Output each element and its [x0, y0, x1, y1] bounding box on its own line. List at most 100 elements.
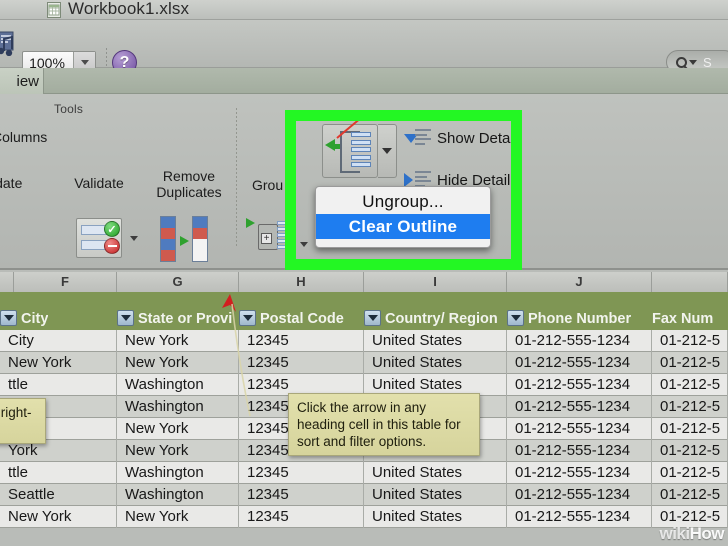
table-cell[interactable]: 01-212-555-1234 — [507, 330, 652, 352]
duplicate-stack-right-icon — [192, 216, 208, 262]
menu-item-ungroup[interactable]: Ungroup... — [316, 189, 490, 214]
watermark-wiki: wiki — [659, 524, 690, 543]
filter-dropdown-icon[interactable] — [239, 310, 256, 326]
table-header-city[interactable]: City — [0, 292, 117, 330]
remove-duplicates-label[interactable]: Remove Duplicates — [150, 168, 228, 200]
plus-icon: + — [261, 233, 272, 244]
ribbon-group-divider — [236, 108, 237, 248]
table-cell[interactable]: 12345 — [239, 352, 364, 374]
table-cell[interactable]: 12345 — [239, 462, 364, 484]
column-header-cell[interactable]: F — [14, 272, 117, 292]
table-header-postal[interactable]: Postal Code — [239, 292, 364, 330]
table-header-row: City State or Provi Postal Code Country/… — [0, 292, 728, 330]
table-cell[interactable]: Washington — [117, 374, 239, 396]
table-cell[interactable]: New York — [0, 506, 117, 528]
table-cell[interactable]: 01-212-5 — [652, 374, 728, 396]
column-header-cell[interactable]: H — [239, 272, 364, 292]
duplicate-stack-left-icon — [160, 216, 176, 262]
column-header-cell[interactable] — [0, 272, 14, 292]
column-header-cell[interactable] — [652, 272, 728, 292]
table-cell[interactable]: City — [0, 330, 117, 352]
spreadsheet-document-icon — [47, 2, 61, 18]
table-cell[interactable]: 01-212-555-1234 — [507, 418, 652, 440]
ungroup-dropdown-arrow[interactable] — [378, 124, 397, 178]
table-cell[interactable]: 12345 — [239, 330, 364, 352]
table-row[interactable]: New York New York 12345 United States 01-212… — [0, 352, 728, 374]
table-header-state[interactable]: State or Provi — [117, 292, 239, 330]
table-cell[interactable]: 01-212-5 — [652, 418, 728, 440]
table-cell[interactable]: 01-212-555-1234 — [507, 506, 652, 528]
ungroup-dropdown-menu[interactable]: Ungroup... Clear Outline — [315, 186, 491, 248]
show-detail-button[interactable]: Show Deta — [404, 129, 510, 147]
ungroup-button[interactable] — [322, 117, 378, 178]
filter-dropdown-icon[interactable] — [507, 310, 524, 326]
column-header-cell[interactable]: I — [364, 272, 507, 292]
table-cell[interactable]: Seattle — [0, 484, 117, 506]
group-label[interactable]: Grou — [252, 178, 283, 193]
table-cell[interactable]: ttle — [0, 374, 117, 396]
arrow-left-tail — [333, 144, 340, 149]
table-cell[interactable]: 01-212-555-1234 — [507, 352, 652, 374]
check-icon: ✓ — [104, 221, 120, 237]
table-header-label: Phone Number — [528, 311, 632, 327]
table-cell[interactable]: 01-212-555-1234 — [507, 374, 652, 396]
table-cell[interactable]: New York — [117, 330, 239, 352]
chevron-down-icon — [382, 148, 392, 154]
tab-review[interactable]: iew — [0, 68, 44, 94]
table-cell[interactable]: United States — [364, 352, 507, 374]
table-cell[interactable]: United States — [364, 506, 507, 528]
filter-dropdown-icon[interactable] — [0, 310, 17, 326]
table-cell[interactable]: 01-212-555-1234 — [507, 462, 652, 484]
validate-left-label[interactable]: idate — [0, 176, 22, 191]
validate-button[interactable]: ✓ — [76, 218, 122, 258]
table-cell[interactable]: United States — [364, 330, 507, 352]
table-cell[interactable]: Washington — [117, 462, 239, 484]
table-cell[interactable]: 01-212-5 — [652, 484, 728, 506]
table-header-country[interactable]: Country/ Region — [364, 292, 507, 330]
table-header-fax[interactable]: Fax Num — [652, 292, 728, 330]
ungroup-rows-icon — [351, 132, 371, 170]
table-cell[interactable]: 01-212-5 — [652, 352, 728, 374]
column-header-cell[interactable]: G — [117, 272, 239, 292]
chevron-down-icon[interactable] — [300, 242, 308, 247]
table-cell[interactable]: United States — [364, 484, 507, 506]
table-cell[interactable]: 01-212-555-1234 — [507, 440, 652, 462]
filter-dropdown-icon[interactable] — [364, 310, 381, 326]
table-cell[interactable]: 01-212-555-1234 — [507, 484, 652, 506]
search-icon[interactable] — [667, 56, 697, 68]
table-cell[interactable]: 01-212-555-1234 — [507, 396, 652, 418]
filter-hint-tooltip: Click the arrow in any heading cell in t… — [288, 393, 480, 456]
chevron-down-icon[interactable] — [130, 236, 138, 241]
table-cell[interactable]: 12345 — [239, 484, 364, 506]
validate-label[interactable]: Validate — [68, 176, 130, 191]
table-row[interactable]: ttleWashington12345United States01-212-5… — [0, 462, 728, 484]
sticky-note-icon — [0, 31, 14, 56]
text-to-columns-label[interactable]: Columns — [0, 130, 47, 145]
ribbon-tab-strip: iew — [0, 68, 728, 94]
table-cell[interactable]: 01-212-5 — [652, 440, 728, 462]
menu-item-clear-outline[interactable]: Clear Outline — [316, 214, 490, 239]
table-row[interactable]: Seattle Washington 12345 United States 01-21… — [0, 484, 728, 506]
column-header-cell[interactable]: J — [507, 272, 652, 292]
toolbar: 100% ? S — [0, 20, 728, 76]
table-cell[interactable]: 01-212-5 — [652, 462, 728, 484]
filter-dropdown-icon[interactable] — [117, 310, 134, 326]
arrow-right-icon — [246, 218, 255, 228]
table-cell[interactable]: 12345 — [239, 506, 364, 528]
table-cell[interactable]: United States — [364, 462, 507, 484]
table-row[interactable]: City New York 12345 United States 01-212-555… — [0, 330, 728, 352]
table-cell[interactable]: Washington — [117, 396, 239, 418]
table-cell[interactable]: 01-212-5 — [652, 396, 728, 418]
table-cell[interactable]: Washington — [117, 484, 239, 506]
table-cell[interactable]: New York — [117, 418, 239, 440]
table-cell[interactable]: New York — [0, 352, 117, 374]
table-row[interactable]: New York New York 12345 United States 01-212… — [0, 506, 728, 528]
show-detail-label: Show Deta — [437, 129, 511, 147]
table-cell[interactable]: New York — [117, 506, 239, 528]
table-header-phone[interactable]: Phone Number — [507, 292, 652, 330]
table-cell[interactable]: ttle — [0, 462, 117, 484]
watermark-how: How — [689, 524, 725, 543]
table-cell[interactable]: 01-212-5 — [652, 330, 728, 352]
table-cell[interactable]: New York — [117, 352, 239, 374]
table-cell[interactable]: New York — [117, 440, 239, 462]
